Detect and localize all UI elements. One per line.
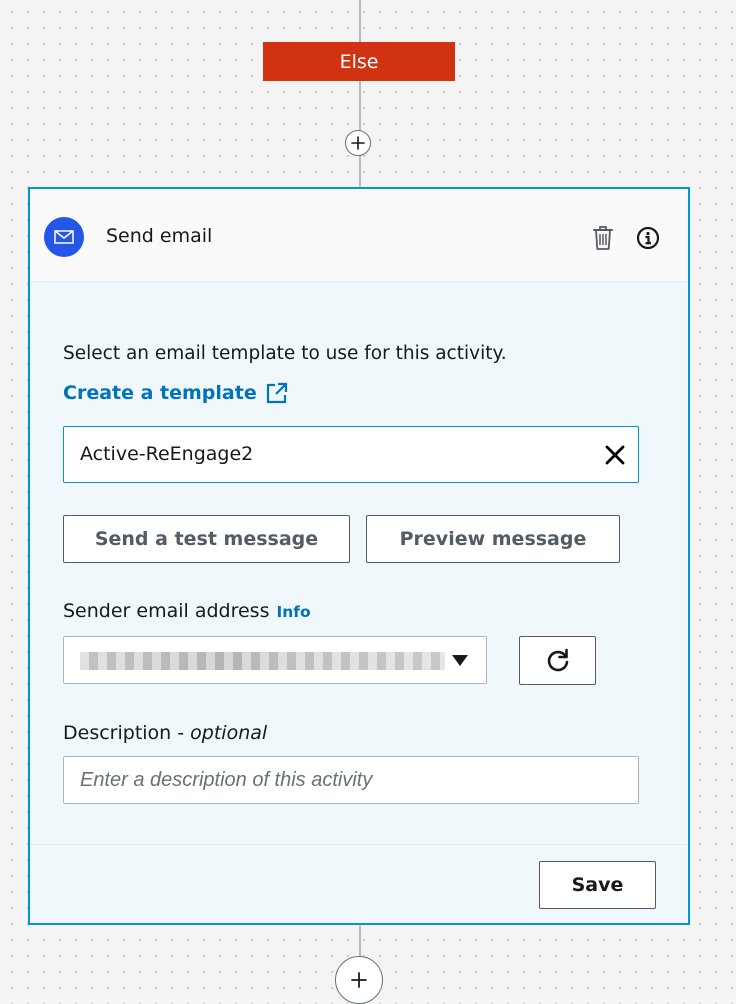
create-template-link[interactable]: Create a template: [63, 382, 288, 404]
refresh-icon: [547, 648, 568, 671]
else-branch-text: Else: [339, 50, 379, 73]
send-test-message-button[interactable]: Send a test message: [63, 515, 350, 563]
description-input[interactable]: [63, 756, 639, 804]
email-template-field[interactable]: Active-ReEngage2: [63, 426, 639, 483]
description-label: Description - optional: [63, 722, 267, 744]
create-template-label: Create a template: [63, 382, 257, 404]
template-instruction: Select an email template to use for this…: [63, 343, 507, 364]
add-step-button-bottom[interactable]: [335, 956, 383, 1004]
send-email-activity-card: Send email Select an email template to u…: [28, 187, 690, 925]
redacted-sender-email: [80, 652, 445, 670]
card-header: Send email: [30, 189, 688, 282]
info-icon[interactable]: [636, 226, 660, 250]
flow-connector-top: [359, 0, 361, 42]
mail-icon: [44, 217, 84, 257]
sender-email-label-text: Sender email address: [63, 600, 270, 622]
external-link-icon: [266, 382, 287, 404]
else-branch-label: Else: [263, 42, 455, 81]
save-button[interactable]: Save: [539, 861, 656, 909]
sender-info-link[interactable]: Info: [276, 603, 310, 621]
preview-message-button[interactable]: Preview message: [366, 515, 620, 563]
sender-email-label: Sender email address Info: [63, 600, 311, 622]
card-title: Send email: [106, 225, 213, 247]
close-icon[interactable]: [602, 442, 628, 468]
sender-email-select[interactable]: [63, 636, 487, 684]
caret-down-icon: [452, 655, 468, 666]
plus-icon: [351, 972, 367, 988]
plus-icon: [351, 136, 365, 150]
add-step-button[interactable]: [345, 130, 371, 156]
refresh-button[interactable]: [519, 636, 596, 685]
description-optional-text: optional: [190, 722, 268, 744]
email-template-value: Active-ReEngage2: [80, 443, 254, 465]
trash-icon[interactable]: [592, 225, 614, 251]
description-label-text: Description -: [63, 722, 185, 744]
